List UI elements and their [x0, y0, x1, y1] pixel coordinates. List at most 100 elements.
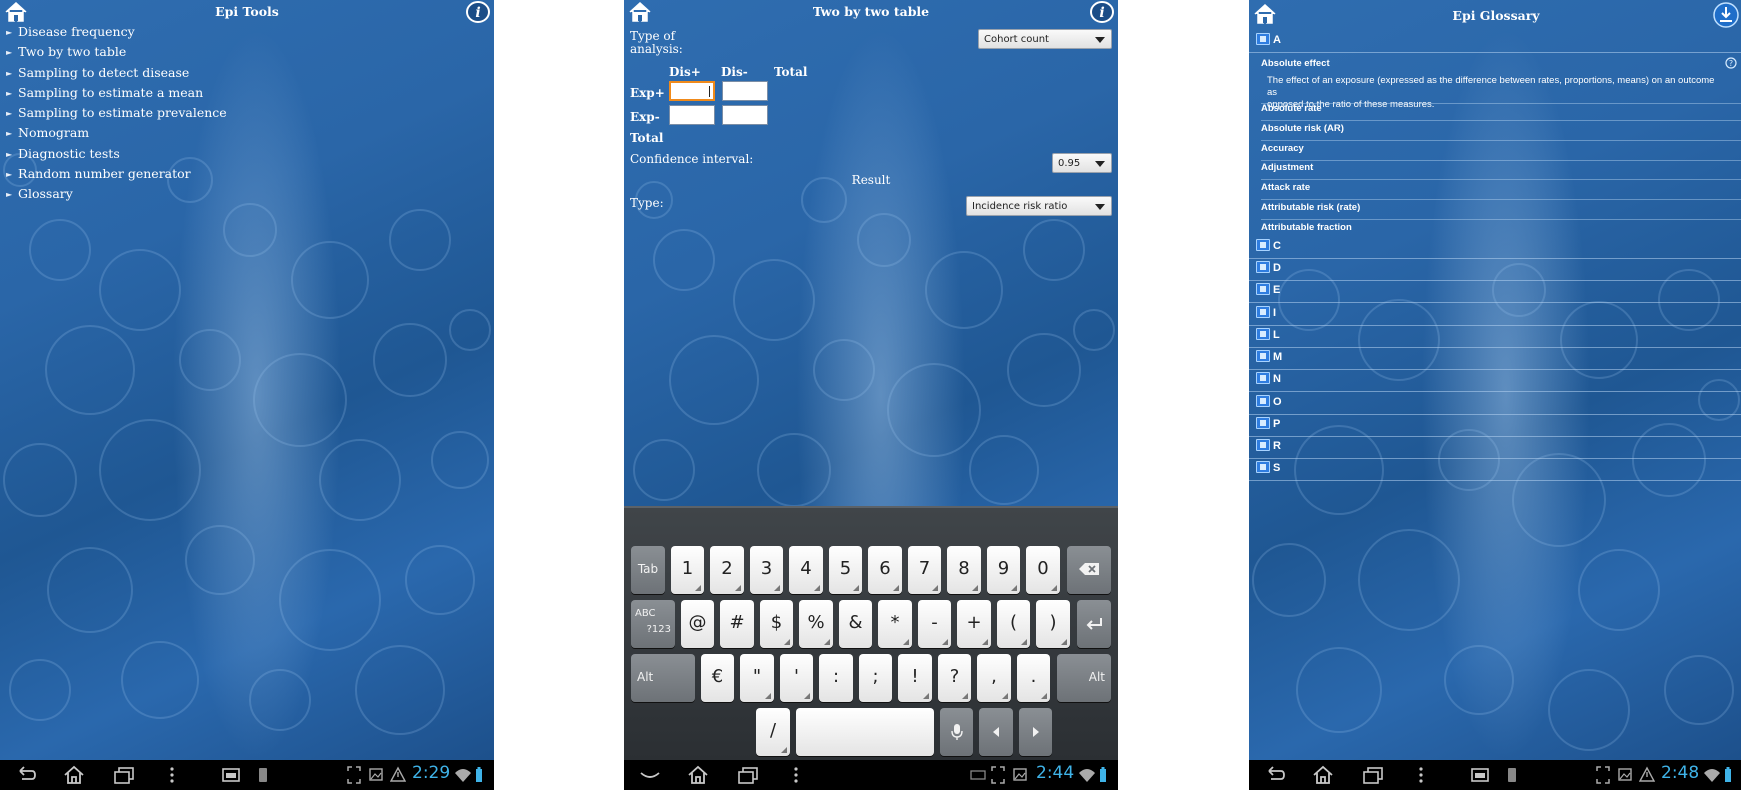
key-period[interactable]: .: [1017, 654, 1050, 702]
glossary-section-a[interactable]: A: [1249, 31, 1741, 53]
glossary-term-absolute-rate[interactable]: Absolute rate: [1261, 103, 1322, 114]
download-icon[interactable]: [1713, 2, 1739, 28]
glossary-term-attributable-risk[interactable]: Attributable risk (rate): [1261, 202, 1360, 213]
glossary-section-i[interactable]: I: [1249, 304, 1741, 326]
col-header-dis-pos: Dis+: [669, 65, 701, 79]
glossary-section-s[interactable]: S: [1249, 459, 1741, 481]
cell-exp-pos-dis-neg-input[interactable]: [722, 81, 768, 101]
cell-exp-pos-dis-pos-input[interactable]: [669, 81, 715, 101]
space-key[interactable]: [796, 708, 934, 756]
glossary-term-attack-rate[interactable]: Attack rate: [1261, 182, 1310, 193]
menu-item-nomogram[interactable]: ► Nomogram: [6, 123, 89, 143]
home-nav-icon[interactable]: [686, 765, 710, 785]
key-alt-right[interactable]: Alt: [1057, 654, 1111, 702]
glossary-section-n[interactable]: N: [1249, 370, 1741, 392]
key-comma[interactable]: ,: [977, 654, 1011, 702]
menu-item-two-by-two[interactable]: ► Two by two table: [6, 42, 126, 62]
home-nav-icon[interactable]: [62, 765, 86, 785]
glossary-term-absolute-effect[interactable]: Absolute effect: [1261, 58, 1330, 69]
fullscreen-icon: [991, 766, 1005, 784]
voice-input-key[interactable]: [940, 708, 973, 756]
home-nav-icon[interactable]: [1311, 765, 1335, 785]
screenshot-icon[interactable]: [220, 765, 242, 785]
glossary-term-absolute-risk[interactable]: Absolute risk (AR): [1261, 123, 1344, 134]
key-semicolon[interactable]: ;: [859, 654, 892, 702]
menu-item-disease-frequency[interactable]: ► Disease frequency: [6, 22, 135, 42]
key-2[interactable]: 2: [710, 546, 744, 594]
analysis-type-dropdown[interactable]: Cohort count: [978, 29, 1112, 49]
cursor-right-key[interactable]: [1019, 708, 1052, 756]
key-9[interactable]: 9: [987, 546, 1020, 594]
key-hash[interactable]: #: [720, 600, 754, 648]
recent-apps-icon[interactable]: [1361, 765, 1385, 785]
screenshot-icon[interactable]: [1469, 765, 1491, 785]
result-type-dropdown[interactable]: Incidence risk ratio: [966, 196, 1112, 216]
key-alt-left[interactable]: Alt: [631, 654, 695, 702]
key-8[interactable]: 8: [947, 546, 981, 594]
status-clock: 2:44: [1036, 763, 1075, 783]
glossary-section-m[interactable]: M: [1249, 348, 1741, 370]
chevron-right-icon: ►: [6, 109, 13, 118]
col-header-dis-neg: Dis-: [721, 65, 748, 79]
key-minus[interactable]: -: [918, 600, 951, 648]
info-icon[interactable]: i: [1090, 1, 1114, 23]
key-plus[interactable]: +: [957, 600, 991, 648]
info-icon[interactable]: i: [466, 1, 490, 23]
key-double-quote[interactable]: ": [740, 654, 774, 702]
menu-item-glossary[interactable]: ► Glossary: [6, 184, 73, 204]
menu-dots-icon[interactable]: [1415, 765, 1427, 785]
key-tab[interactable]: Tab: [631, 546, 665, 594]
glossary-term-attributable-fraction[interactable]: Attributable fraction: [1261, 222, 1352, 233]
key-5[interactable]: 5: [829, 546, 862, 594]
menu-item-sampling-prevalence[interactable]: ► Sampling to estimate prevalence: [6, 103, 227, 123]
enter-key[interactable]: [1077, 600, 1111, 648]
key-dollar[interactable]: $: [760, 600, 793, 648]
key-close-paren[interactable]: ): [1036, 600, 1070, 648]
menu-dots-icon[interactable]: [166, 765, 178, 785]
gallery-icon: [1618, 768, 1632, 781]
key-euro[interactable]: €: [701, 654, 734, 702]
cell-exp-neg-dis-neg-input[interactable]: [722, 105, 768, 125]
glossary-section-o[interactable]: O: [1249, 393, 1741, 415]
key-7[interactable]: 7: [908, 546, 941, 594]
glossary-section-l[interactable]: L: [1249, 326, 1741, 348]
menu-item-sampling-detect[interactable]: ► Sampling to detect disease: [6, 63, 189, 83]
key-6[interactable]: 6: [868, 546, 902, 594]
key-colon[interactable]: :: [819, 654, 853, 702]
glossary-term-adjustment[interactable]: Adjustment: [1261, 162, 1313, 173]
menu-dots-icon[interactable]: [790, 765, 802, 785]
glossary-section-r[interactable]: R: [1249, 437, 1741, 459]
menu-item-random-number[interactable]: ► Random number generator: [6, 164, 191, 184]
glossary-section-c[interactable]: C: [1249, 237, 1741, 259]
glossary-section-e[interactable]: E: [1249, 281, 1741, 303]
backspace-key[interactable]: [1067, 546, 1111, 594]
key-3[interactable]: 3: [750, 546, 783, 594]
key-single-quote[interactable]: ': [780, 654, 813, 702]
key-at[interactable]: @: [681, 600, 714, 648]
menu-item-sampling-mean[interactable]: ► Sampling to estimate a mean: [6, 83, 203, 103]
key-asterisk[interactable]: *: [878, 600, 912, 648]
glossary-section-p[interactable]: P: [1249, 415, 1741, 437]
key-percent[interactable]: %: [799, 600, 833, 648]
recent-apps-icon[interactable]: [112, 765, 136, 785]
key-open-paren[interactable]: (: [997, 600, 1030, 648]
cell-exp-neg-dis-pos-input[interactable]: [669, 105, 715, 125]
back-icon[interactable]: [14, 765, 38, 785]
back-icon[interactable]: [1263, 765, 1287, 785]
confidence-interval-dropdown[interactable]: 0.95: [1052, 153, 1112, 173]
key-0[interactable]: 0: [1026, 546, 1060, 594]
menu-item-diagnostic-tests[interactable]: ► Diagnostic tests: [6, 144, 120, 164]
key-question[interactable]: ?: [938, 654, 971, 702]
hide-keyboard-icon[interactable]: [638, 765, 662, 785]
key-exclamation[interactable]: !: [898, 654, 932, 702]
recent-apps-icon[interactable]: [736, 765, 760, 785]
key-4[interactable]: 4: [789, 546, 823, 594]
help-icon[interactable]: ?: [1725, 57, 1737, 69]
cursor-left-key[interactable]: [979, 708, 1013, 756]
glossary-section-d[interactable]: D: [1249, 259, 1741, 281]
key-slash[interactable]: /: [756, 708, 790, 756]
key-symbols-toggle[interactable]: ABC ?123: [631, 600, 675, 648]
key-ampersand[interactable]: &: [839, 600, 872, 648]
key-1[interactable]: 1: [671, 546, 704, 594]
glossary-term-accuracy[interactable]: Accuracy: [1261, 143, 1304, 154]
